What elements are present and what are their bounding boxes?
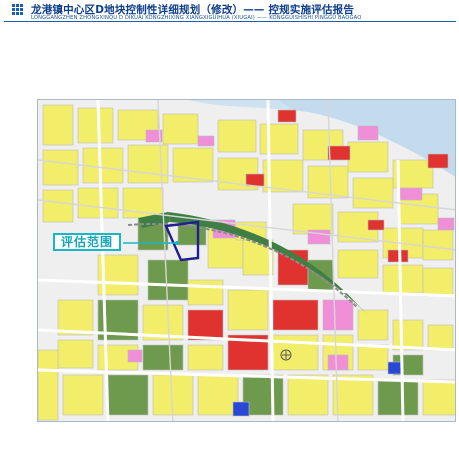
header-divider: [4, 21, 456, 22]
report-header: 龙港镇中心区D地块控制性详细规划（修改）—— 控规实施评估报告 LONGGANG…: [0, 0, 459, 24]
evaluation-scope-label: 评估范围: [53, 233, 121, 251]
land-use-map: [37, 99, 456, 422]
grid-dots-icon: [12, 4, 24, 16]
